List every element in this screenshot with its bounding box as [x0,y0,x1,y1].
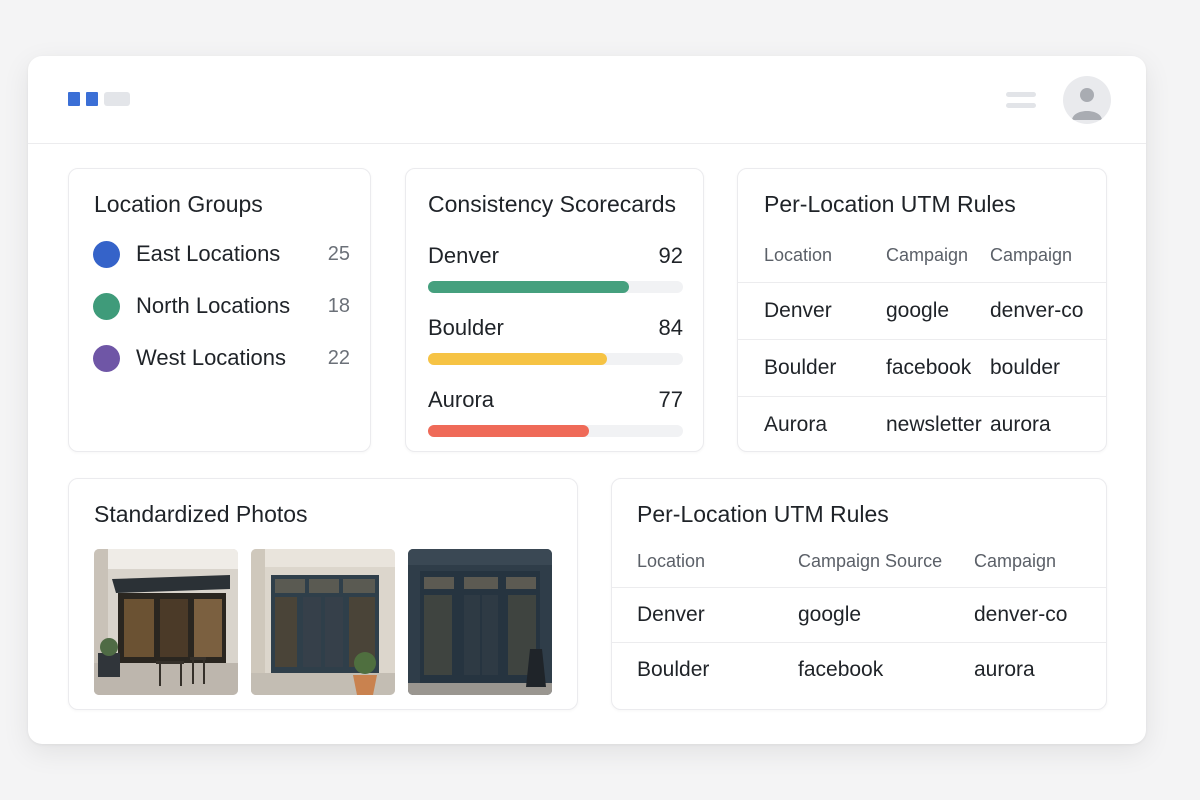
score-bar [428,425,589,437]
group-name: North Locations [136,293,291,318]
card-title: Per-Location UTM Rules [637,501,889,527]
group-count: 18 [327,294,350,317]
group-color-dot [93,292,120,320]
hamburger-menu-icon[interactable] [1006,90,1036,110]
storefront-photo-doors-image [251,549,395,695]
consistency-scorecards-card: Consistency Scorecards Denver 92 Boulder… [405,168,704,452]
column-header: Location [637,551,706,571]
user-avatar-icon[interactable] [1063,76,1111,124]
scorecard-score: 92 [658,243,683,268]
score-bar [428,281,630,293]
scorecard-item[interactable]: Aurora 77 [428,387,683,443]
table-row[interactable]: Boulder facebook aurora [612,642,1106,697]
group-count: 25 [327,242,350,265]
table-cell: aurora [990,413,1051,436]
scorecard-location: Aurora [428,387,495,412]
standardized-photos-card: Standardized Photos [68,478,578,710]
scorecard-item[interactable]: Denver 92 [428,243,683,299]
table-cell: denver-co [990,299,1084,322]
group-color-dot [93,240,120,268]
table-row[interactable]: Denver google denver-co [738,282,1106,339]
table-cell: newsletter [886,413,982,436]
storefront-photo-doors[interactable] [251,549,395,695]
group-count: 22 [327,346,350,369]
logo-square [68,92,80,106]
group-color-dot [93,344,120,372]
table-row[interactable]: Boulder facebook boulder [738,339,1106,396]
scorecard-location: Denver [428,243,499,268]
utm-rules-card-top: Per-Location UTM Rules Location Campaign… [737,168,1107,452]
app-window: Location Groups East Locations 25 North … [28,56,1146,744]
table-cell: boulder [990,356,1061,379]
logo-pill [104,92,130,106]
table-cell: facebook [798,658,884,681]
avatar-silhouette [1072,88,1102,120]
scorecard-item[interactable]: Boulder 84 [428,315,683,371]
location-groups-card: Location Groups East Locations 25 North … [68,168,371,452]
storefront-photo-cafe-image [94,549,238,695]
table-cell: aurora [974,658,1035,681]
storefront-photo-cafe[interactable] [94,549,238,695]
table-cell: Denver [764,299,832,322]
brand-logo-icon[interactable] [68,92,130,106]
score-bar [428,353,607,365]
table-cell: google [886,299,950,322]
storefront-photo-dark-image [408,549,552,695]
table-row[interactable]: Denver google denver-co [612,587,1106,642]
card-title: Location Groups [94,191,263,217]
table-cell: google [798,603,862,626]
group-name: West Locations [136,345,287,370]
table-cell: Boulder [764,356,837,379]
score-track [428,425,683,437]
utm-rules-card-bottom: Per-Location UTM Rules Location Campaign… [611,478,1107,710]
score-track [428,353,683,365]
logo-square [86,92,98,106]
top-bar [28,56,1146,144]
menu-line [1006,92,1036,97]
column-header: Location [764,245,833,265]
scorecard-score: 84 [658,315,683,340]
location-group-item[interactable]: North Locations 18 [93,291,350,321]
menu-line [1006,103,1036,108]
table-cell: denver-co [974,603,1068,626]
score-track [428,281,683,293]
column-header: Campaign Source [798,551,943,571]
card-title: Consistency Scorecards [428,191,676,217]
table-cell: Boulder [637,658,710,681]
group-name: East Locations [136,241,281,266]
location-group-item[interactable]: East Locations 25 [93,239,350,269]
card-title: Per-Location UTM Rules [764,191,1016,217]
column-header: Campaign [974,551,1057,571]
table-cell: Denver [637,603,705,626]
scorecard-score: 77 [658,387,683,412]
location-group-item[interactable]: West Locations 22 [93,343,350,373]
table-row[interactable]: Aurora newsletter aurora [738,396,1106,451]
table-cell: facebook [886,356,972,379]
scorecard-location: Boulder [428,315,504,340]
table-cell: Aurora [764,413,828,436]
column-header: Campaign [886,245,969,265]
card-title: Standardized Photos [94,501,308,527]
column-header: Campaign [990,245,1073,265]
storefront-photo-dark[interactable] [408,549,552,695]
